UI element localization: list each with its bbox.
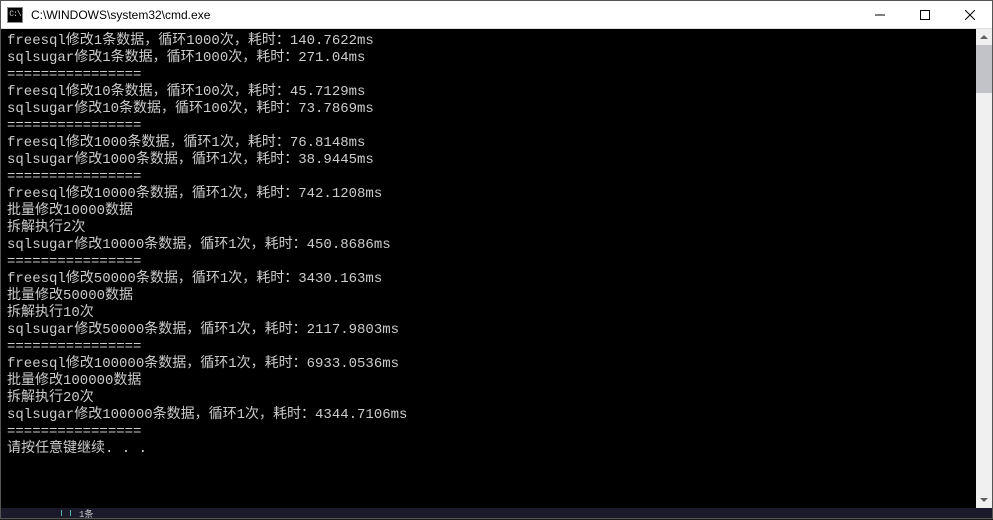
minimize-button[interactable] xyxy=(857,1,902,28)
console-line: ================ xyxy=(7,424,970,441)
minimize-icon xyxy=(875,10,885,20)
scroll-down-arrow[interactable] xyxy=(976,492,992,508)
console-line: sqlsugar修改10条数据，循环100次，耗时：73.7869ms xyxy=(7,101,970,118)
console-line: sqlsugar修改1条数据，循环1000次，耗时：271.04ms xyxy=(7,50,970,67)
console-line: freesql修改1000条数据，循环1次，耗时：76.8148ms xyxy=(7,135,970,152)
chevron-up-icon xyxy=(980,35,988,39)
scroll-thumb[interactable] xyxy=(976,45,992,93)
console-line: freesql修改50000条数据，循环1次，耗时：3430.163ms xyxy=(7,271,970,288)
console-line: 请按任意键继续. . . xyxy=(7,441,970,458)
chevron-down-icon xyxy=(980,498,988,502)
tick-mark xyxy=(61,510,62,516)
console-line: sqlsugar修改1000条数据，循环1次，耗时：38.9445ms xyxy=(7,152,970,169)
console-line: ================ xyxy=(7,339,970,356)
console-line: freesql修改100000条数据，循环1次，耗时：6933.0536ms xyxy=(7,356,970,373)
scroll-track[interactable] xyxy=(976,45,992,492)
tick-mark xyxy=(70,510,71,516)
console-line: 批量修改10000数据 xyxy=(7,203,970,220)
window-title: C:\WINDOWS\system32\cmd.exe xyxy=(29,8,857,22)
console-line: sqlsugar修改10000条数据，循环1次，耗时：450.8686ms xyxy=(7,237,970,254)
console-line: freesql修改10条数据，循环100次，耗时：45.7129ms xyxy=(7,84,970,101)
maximize-button[interactable] xyxy=(902,1,947,28)
console-line: 批量修改100000数据 xyxy=(7,373,970,390)
console-area: freesql修改1条数据，循环1000次，耗时：140.7622mssqlsu… xyxy=(1,29,992,508)
console-output[interactable]: freesql修改1条数据，循环1000次，耗时：140.7622mssqlsu… xyxy=(1,29,976,508)
console-line: ================ xyxy=(7,118,970,135)
console-line: 拆解执行10次 xyxy=(7,305,970,322)
console-line: 拆解执行20次 xyxy=(7,390,970,407)
vertical-scrollbar[interactable] xyxy=(976,29,992,508)
console-line: freesql修改10000条数据，循环1次，耗时：742.1208ms xyxy=(7,186,970,203)
console-line: 批量修改50000数据 xyxy=(7,288,970,305)
console-line: sqlsugar修改50000条数据，循环1次，耗时：2117.9803ms xyxy=(7,322,970,339)
close-icon xyxy=(965,10,975,20)
scroll-up-arrow[interactable] xyxy=(976,29,992,45)
console-line: ================ xyxy=(7,67,970,84)
console-line: freesql修改1条数据，循环1000次，耗时：140.7622ms xyxy=(7,33,970,50)
maximize-icon xyxy=(920,10,930,20)
cmd-window: C:\ C:\WINDOWS\system32\cmd.exe freesql修… xyxy=(0,0,993,519)
console-line: 拆解执行2次 xyxy=(7,220,970,237)
close-button[interactable] xyxy=(947,1,992,28)
titlebar[interactable]: C:\ C:\WINDOWS\system32\cmd.exe xyxy=(1,1,992,29)
cmd-icon: C:\ xyxy=(7,7,23,23)
console-line: ================ xyxy=(7,254,970,271)
bottom-strip: 1条 xyxy=(1,508,992,518)
bottom-text: 1条 xyxy=(79,507,93,520)
console-line: sqlsugar修改100000条数据，循环1次，耗时：4344.7106ms xyxy=(7,407,970,424)
window-controls xyxy=(857,1,992,28)
console-line: ================ xyxy=(7,169,970,186)
